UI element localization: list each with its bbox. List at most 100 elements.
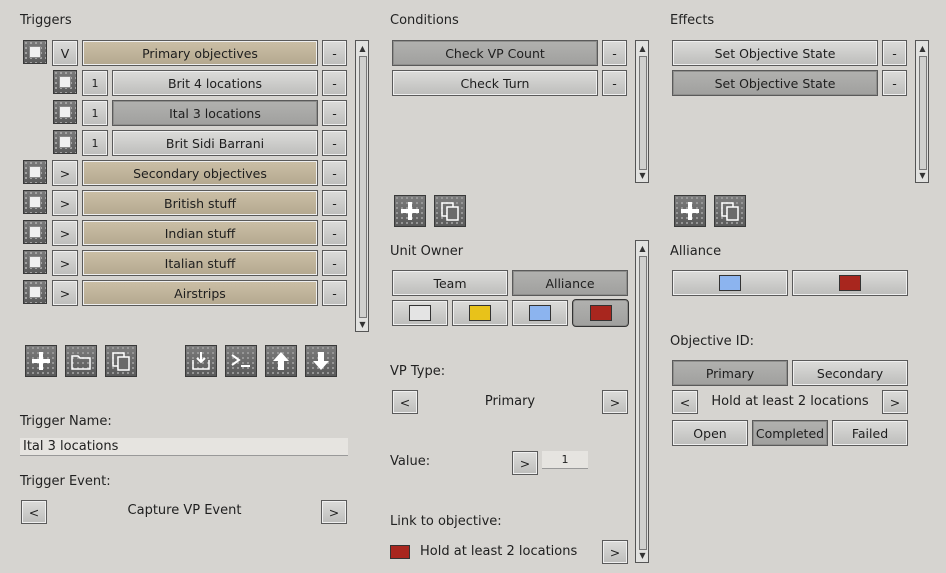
scroll-up-arrow-icon[interactable]: ▲ — [637, 42, 648, 54]
alliance-tab[interactable]: Alliance — [512, 270, 628, 296]
duplicate-trigger-button[interactable] — [105, 345, 137, 377]
trigger-row[interactable]: Brit Sidi Barrani — [112, 130, 318, 156]
secondary-tab[interactable]: Secondary — [792, 360, 908, 386]
trigger-order-field[interactable]: 1 — [82, 70, 108, 96]
remove-trigger-button[interactable]: - — [322, 100, 347, 126]
scroll-down-arrow-icon[interactable]: ▼ — [637, 549, 648, 561]
trigger-expand-toggle[interactable]: > — [52, 160, 78, 186]
state-completed-button[interactable]: Completed — [752, 420, 828, 446]
remove-trigger-button[interactable]: - — [322, 280, 347, 306]
trigger-expand-toggle[interactable]: > — [52, 220, 78, 246]
trigger-checkbox[interactable] — [23, 190, 47, 214]
remove-trigger-button[interactable]: - — [322, 190, 347, 216]
remove-trigger-button[interactable]: - — [322, 220, 347, 246]
duplicate-effect-button[interactable] — [714, 195, 746, 227]
scroll-up-arrow-icon[interactable]: ▲ — [637, 242, 648, 254]
trigger-event-prev-button[interactable]: < — [21, 500, 47, 524]
objective-next-button[interactable]: > — [882, 390, 908, 414]
trigger-expand-toggle[interactable]: > — [52, 190, 78, 216]
trigger-row[interactable]: British stuff — [82, 190, 318, 216]
trigger-expand-toggle[interactable]: V — [52, 40, 78, 66]
owner-yellow-button[interactable] — [452, 300, 508, 326]
trigger-checkbox[interactable] — [53, 100, 77, 124]
trigger-event-label: Trigger Event: — [20, 474, 111, 489]
alliance-blue-button[interactable] — [672, 270, 788, 296]
effect-row[interactable]: Set Objective State — [672, 40, 878, 66]
trigger-row[interactable]: Italian stuff — [82, 250, 318, 276]
value-input[interactable]: 1 — [542, 451, 588, 469]
primary-tab[interactable]: Primary — [672, 360, 788, 386]
unit-owner-label: Unit Owner — [390, 244, 464, 259]
plus-icon — [32, 352, 50, 370]
folder-icon — [71, 355, 91, 370]
owner-blue-button[interactable] — [512, 300, 568, 326]
add-folder-button[interactable] — [65, 345, 97, 377]
owner-red-button[interactable] — [572, 299, 629, 327]
condition-params-scrollbar[interactable]: ▲ ▼ — [635, 240, 649, 563]
remove-trigger-button[interactable]: - — [322, 70, 347, 96]
red-swatch — [839, 275, 861, 291]
trigger-checkbox[interactable] — [53, 130, 77, 154]
trigger-checkbox[interactable] — [23, 280, 47, 304]
vp-type-prev-button[interactable]: < — [392, 390, 418, 414]
remove-trigger-button[interactable]: - — [322, 160, 347, 186]
scroll-up-arrow-icon[interactable]: ▲ — [917, 42, 928, 54]
condition-row[interactable]: Check Turn — [392, 70, 598, 96]
trigger-row[interactable]: Brit 4 locations — [112, 70, 318, 96]
scroll-down-arrow-icon[interactable]: ▼ — [637, 169, 648, 181]
add-trigger-button[interactable] — [25, 345, 57, 377]
objective-prev-button[interactable]: < — [672, 390, 698, 414]
state-open-button[interactable]: Open — [672, 420, 748, 446]
trigger-order-field[interactable]: 1 — [82, 130, 108, 156]
trigger-expand-toggle[interactable]: > — [52, 250, 78, 276]
trigger-checkbox[interactable] — [23, 40, 47, 64]
alliance-red-button[interactable] — [792, 270, 908, 296]
remove-trigger-button[interactable]: - — [322, 250, 347, 276]
trigger-order-field[interactable]: 1 — [82, 100, 108, 126]
add-effect-button[interactable] — [674, 195, 706, 227]
condition-row[interactable]: Check VP Count — [392, 40, 598, 66]
console-button[interactable] — [225, 345, 257, 377]
link-objective-next-button[interactable]: > — [602, 540, 628, 564]
terminal-icon — [231, 354, 250, 367]
trigger-row[interactable]: Indian stuff — [82, 220, 318, 246]
conditions-scrollbar[interactable]: ▲ ▼ — [635, 40, 649, 183]
vp-type-next-button[interactable]: > — [602, 390, 628, 414]
effects-scrollbar[interactable]: ▲ ▼ — [915, 40, 929, 183]
remove-effect-button[interactable]: - — [882, 40, 907, 66]
trigger-checkbox[interactable] — [23, 160, 47, 184]
effect-row[interactable]: Set Objective State — [672, 70, 878, 96]
trigger-name-input[interactable]: Ital 3 locations — [20, 438, 348, 456]
triggers-scrollbar[interactable]: ▲ ▼ — [355, 40, 369, 332]
blue-swatch — [719, 275, 741, 291]
move-down-button[interactable] — [305, 345, 337, 377]
value-increment-button[interactable]: > — [512, 451, 538, 475]
remove-effect-button[interactable]: - — [882, 70, 907, 96]
owner-white-button[interactable] — [392, 300, 448, 326]
remove-trigger-button[interactable]: - — [322, 130, 347, 156]
state-failed-button[interactable]: Failed — [832, 420, 908, 446]
duplicate-condition-button[interactable] — [434, 195, 466, 227]
remove-trigger-button[interactable]: - — [322, 40, 347, 66]
trigger-row[interactable]: Ital 3 locations — [112, 100, 318, 126]
scroll-up-arrow-icon[interactable]: ▲ — [357, 42, 368, 54]
add-condition-button[interactable] — [394, 195, 426, 227]
trigger-event-value: Capture VP Event — [127, 503, 242, 518]
trigger-event-next-button[interactable]: > — [321, 500, 347, 524]
trigger-checkbox[interactable] — [23, 220, 47, 244]
trigger-row[interactable]: Airstrips — [82, 280, 318, 306]
team-tab[interactable]: Team — [392, 270, 508, 296]
trigger-row[interactable]: Primary objectives — [82, 40, 318, 66]
remove-condition-button[interactable]: - — [602, 70, 627, 96]
scroll-down-arrow-icon[interactable]: ▼ — [917, 169, 928, 181]
trigger-checkbox[interactable] — [23, 250, 47, 274]
move-up-button[interactable] — [265, 345, 297, 377]
import-icon — [192, 352, 210, 370]
arrow-up-icon — [273, 352, 289, 370]
trigger-row[interactable]: Secondary objectives — [82, 160, 318, 186]
remove-condition-button[interactable]: - — [602, 40, 627, 66]
trigger-checkbox[interactable] — [53, 70, 77, 94]
trigger-expand-toggle[interactable]: > — [52, 280, 78, 306]
import-button[interactable] — [185, 345, 217, 377]
scroll-down-arrow-icon[interactable]: ▼ — [357, 318, 368, 330]
